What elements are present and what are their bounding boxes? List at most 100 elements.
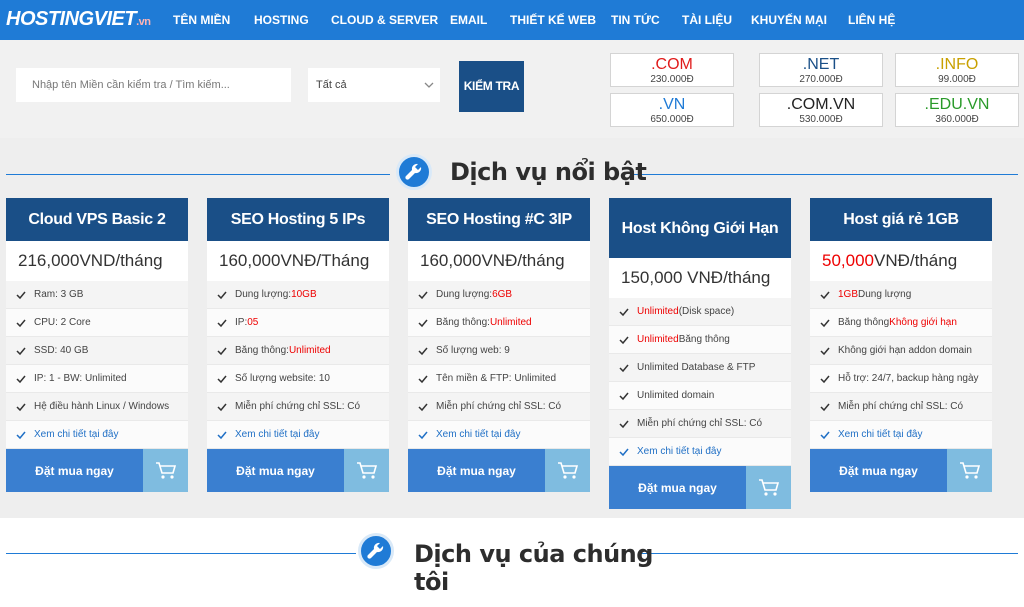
check-icon bbox=[619, 392, 629, 400]
service-card-seo-hosting-5ips: SEO Hosting 5 IPs 160,000VNĐ/Tháng Dung … bbox=[207, 198, 389, 492]
details-link[interactable]: Xem chi tiết tại đây bbox=[6, 421, 188, 449]
nav-item-cloud-server[interactable]: CLOUD & SERVER bbox=[331, 0, 438, 40]
tld-price: 99.000Đ bbox=[938, 74, 976, 85]
logo-text: HOSTINGVIET bbox=[6, 8, 137, 30]
wrench-glyph bbox=[367, 542, 384, 559]
order-now-button[interactable]: Đặt mua ngay bbox=[6, 449, 143, 492]
cart-button[interactable] bbox=[746, 466, 791, 509]
feature-item: Hệ điều hành Linux / Windows bbox=[6, 393, 188, 421]
details-link[interactable]: Xem chi tiết tại đây bbox=[609, 438, 791, 466]
feature-text: Miễn phí chứng chỉ SSL: Có bbox=[436, 401, 562, 412]
nav-item-contact[interactable]: LIÊN HỆ bbox=[848, 0, 895, 40]
nav-item-domain[interactable]: TÊN MIỀN bbox=[173, 0, 230, 40]
buy-row: Đặt mua ngay bbox=[408, 449, 590, 492]
feature-item: Miễn phí chứng chỉ SSL: Có bbox=[810, 393, 992, 421]
check-icon bbox=[619, 308, 629, 316]
details-link[interactable]: Xem chi tiết tại đây bbox=[207, 421, 389, 449]
feature-item: Unlimited Băng thông bbox=[609, 326, 791, 354]
feature-item: IP: 05 bbox=[207, 309, 389, 337]
feature-item: Số lượng web: 9 bbox=[408, 337, 590, 365]
feature-text: Unlimited Database & FTP bbox=[637, 362, 756, 373]
search-category-select[interactable]: Tất cả bbox=[308, 68, 440, 102]
feature-text: CPU: 2 Core bbox=[34, 317, 91, 328]
feature-text: Miễn phí chứng chỉ SSL: Có bbox=[838, 401, 964, 412]
feature-value: Không giới hạn bbox=[889, 317, 957, 328]
service-card-unlimited-host: Host Không Giới Hạn 150,000 VNĐ/tháng Un… bbox=[609, 198, 791, 509]
nav-item-web-design[interactable]: THIẾT KẾ WEB bbox=[510, 0, 596, 40]
order-now-button[interactable]: Đặt mua ngay bbox=[207, 449, 344, 492]
tld-vn[interactable]: .VN 650.000Đ bbox=[610, 93, 734, 127]
feature-text: Băng thông bbox=[838, 317, 890, 328]
check-icon bbox=[16, 347, 26, 355]
nav-item-promotions[interactable]: KHUYẾN MẠI bbox=[751, 0, 827, 40]
tld-price: 530.000Đ bbox=[799, 114, 843, 125]
our-services-title-line1: Dịch vụ của chúng bbox=[414, 540, 653, 568]
cart-button[interactable] bbox=[143, 449, 188, 492]
feature-text: IP: bbox=[235, 317, 248, 328]
wrench-icon bbox=[396, 154, 432, 190]
check-icon bbox=[820, 347, 830, 355]
feature-item: Băng thông: Unlimited bbox=[408, 309, 590, 337]
tld-info[interactable]: .INFO 99.000Đ bbox=[895, 53, 1019, 87]
service-card-cloud-vps: Cloud VPS Basic 2 216,000VND/tháng Ram: … bbox=[6, 198, 188, 492]
section-divider-left bbox=[6, 174, 390, 175]
cart-icon bbox=[758, 478, 779, 496]
details-link-text: Xem chi tiết tại đây bbox=[235, 429, 320, 440]
feature-text: Hỗ trợ: 24/7, backup hàng ngày bbox=[838, 373, 979, 384]
feature-text: Số lượng website: 10 bbox=[235, 373, 330, 384]
details-link[interactable]: Xem chi tiết tại đây bbox=[408, 421, 590, 449]
featured-section-title: Dịch vụ nổi bật bbox=[450, 158, 647, 186]
tld-com-vn[interactable]: .COM.VN 530.000Đ bbox=[759, 93, 883, 127]
check-icon bbox=[820, 319, 830, 327]
details-link[interactable]: Xem chi tiết tại đây bbox=[810, 421, 992, 449]
feature-text: Dung lượng: bbox=[436, 289, 493, 300]
cart-button[interactable] bbox=[545, 449, 590, 492]
price-amount: 50,000 bbox=[822, 251, 874, 270]
nav-item-email[interactable]: EMAIL bbox=[450, 0, 487, 40]
tld-ext: .EDU.VN bbox=[924, 96, 990, 113]
card-price: 150,000 VNĐ/tháng bbox=[621, 268, 771, 287]
chevron-down-icon bbox=[424, 82, 434, 88]
card-title: SEO Hosting 5 IPs bbox=[207, 198, 389, 241]
cart-icon bbox=[356, 461, 377, 479]
tld-net[interactable]: .NET 270.000Đ bbox=[759, 53, 883, 87]
nav-item-news[interactable]: TIN TỨC bbox=[611, 0, 660, 40]
check-icon bbox=[820, 375, 830, 383]
check-icon bbox=[418, 403, 428, 411]
feature-text: Băng thông bbox=[678, 334, 730, 345]
nav-item-hosting[interactable]: HOSTING bbox=[254, 0, 309, 40]
domain-search-input[interactable] bbox=[16, 68, 291, 102]
feature-item: CPU: 2 Core bbox=[6, 309, 188, 337]
card-title: Host Không Giới Hạn bbox=[609, 198, 791, 258]
order-now-button[interactable]: Đặt mua ngay bbox=[810, 449, 947, 492]
our-services-title-line2: tôi bbox=[414, 568, 449, 596]
check-icon bbox=[16, 403, 26, 411]
check-icon bbox=[217, 347, 227, 355]
check-icon bbox=[619, 420, 629, 428]
feature-item: 1GB Dung lượng bbox=[810, 281, 992, 309]
tld-com[interactable]: .COM 230.000Đ bbox=[610, 53, 734, 87]
tld-price: 360.000Đ bbox=[935, 114, 979, 125]
site-logo[interactable]: HOSTINGVIET.vn bbox=[6, 8, 151, 32]
card-price: 50,000 VNĐ/tháng bbox=[810, 241, 992, 281]
service-card-cheap-host-1gb: Host giá rẻ 1GB 50,000 VNĐ/tháng 1GB Dun… bbox=[810, 198, 992, 492]
nav-item-docs[interactable]: TÀI LIỆU bbox=[682, 0, 732, 40]
order-now-button[interactable]: Đặt mua ngay bbox=[609, 466, 746, 509]
details-link-text: Xem chi tiết tại đây bbox=[34, 429, 119, 440]
feature-item: Unlimited domain bbox=[609, 382, 791, 410]
check-domain-button[interactable]: KIỂM TRA bbox=[459, 61, 524, 112]
tld-ext: .COM.VN bbox=[786, 96, 856, 113]
feature-text: Tên miền & FTP: Unlimited bbox=[436, 373, 557, 384]
details-link-text: Xem chi tiết tại đây bbox=[838, 429, 923, 440]
tld-edu-vn[interactable]: .EDU.VN 360.000Đ bbox=[895, 93, 1019, 127]
price-unit: VNĐ/tháng bbox=[874, 251, 958, 270]
feature-item: Băng thông Không giới hạn bbox=[810, 309, 992, 337]
order-now-button[interactable]: Đặt mua ngay bbox=[408, 449, 545, 492]
check-icon bbox=[619, 336, 629, 344]
buy-row: Đặt mua ngay bbox=[810, 449, 992, 492]
feature-item: Không giới hạn addon domain bbox=[810, 337, 992, 365]
cart-button[interactable] bbox=[947, 449, 992, 492]
cart-button[interactable] bbox=[344, 449, 389, 492]
tld-price: 230.000Đ bbox=[650, 74, 694, 85]
check-icon bbox=[217, 375, 227, 383]
